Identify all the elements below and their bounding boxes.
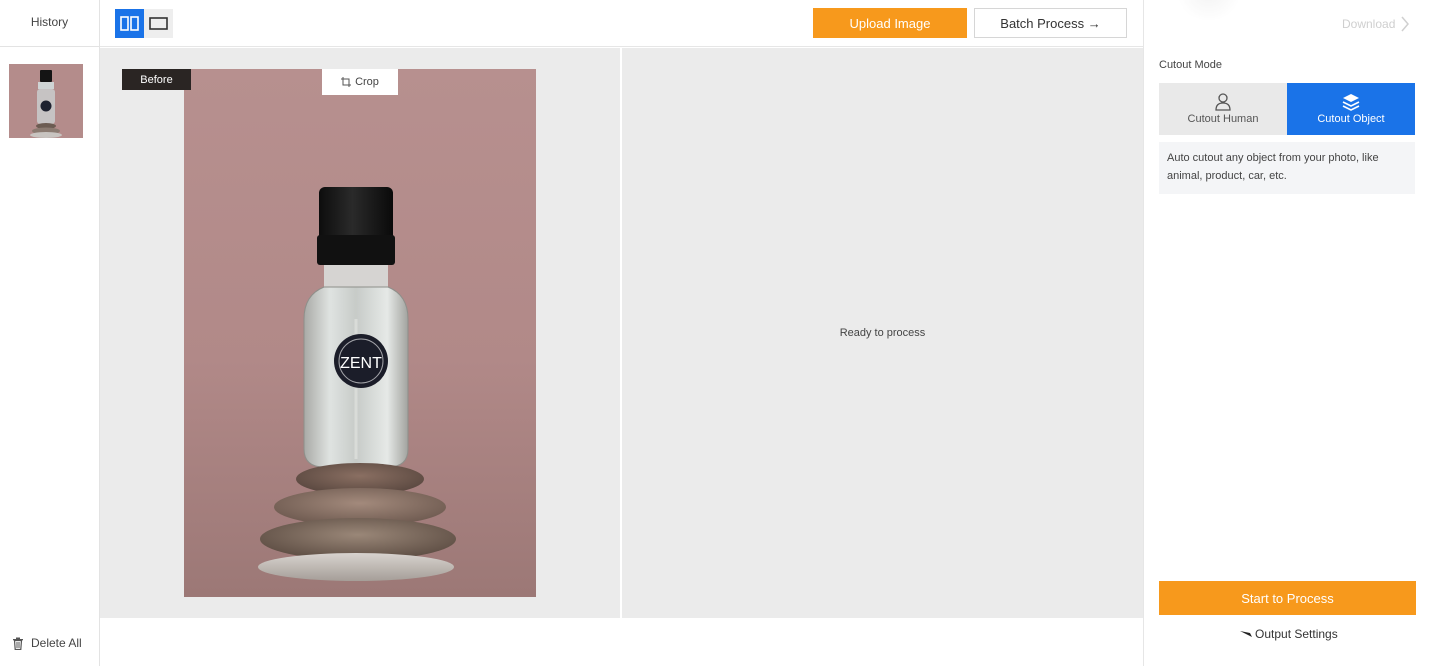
layers-icon	[1342, 94, 1360, 111]
bottle-logo-text: ZENT	[340, 355, 382, 372]
download-button[interactable]: Download	[1342, 16, 1410, 32]
crop-icon	[341, 77, 352, 87]
batch-process-button[interactable]: Batch Process →	[974, 8, 1127, 38]
bottle-thumbnail-image	[9, 64, 83, 138]
gear-icon	[1240, 631, 1252, 637]
history-thumbnail[interactable]	[9, 64, 83, 138]
split-view-icon	[120, 16, 139, 31]
chevron-right-icon	[1401, 16, 1410, 32]
crop-label: Crop	[355, 76, 379, 88]
result-status-text: Ready to process	[839, 327, 926, 339]
cutout-mode-description: Auto cutout any object from your photo, …	[1159, 142, 1415, 194]
delete-all-label: Delete All	[31, 636, 82, 650]
output-settings-button[interactable]: Output Settings	[1240, 627, 1338, 641]
cutout-mode-label: Cutout Mode	[1159, 59, 1222, 71]
cutout-object-label: Cutout Object	[1317, 113, 1385, 125]
person-icon	[1215, 93, 1231, 111]
single-view-button[interactable]	[144, 9, 173, 38]
history-sidebar: History Delete All	[0, 0, 100, 666]
top-toolbar: Upload Image Batch Process →	[100, 0, 1143, 47]
view-mode-toggle	[115, 9, 173, 38]
upload-image-button[interactable]: Upload Image	[813, 8, 967, 38]
app-window: History Delete All Upload Image Batch Pr…	[0, 0, 1430, 666]
start-process-button[interactable]: Start to Process	[1159, 581, 1416, 615]
output-settings-label: Output Settings	[1255, 627, 1338, 641]
avatar	[1174, 0, 1244, 20]
preview-workspace: Before Crop ZENT Ready to process	[100, 48, 1143, 618]
trash-icon	[13, 637, 23, 650]
crop-button[interactable]: Crop	[322, 69, 398, 95]
bottom-strip	[100, 618, 1143, 666]
download-label: Download	[1342, 17, 1396, 31]
original-photo: ZENT	[184, 69, 536, 597]
cutout-human-label: Cutout Human	[1187, 113, 1259, 125]
cutout-mode-tabs: Cutout Human Cutout Object	[1159, 83, 1415, 135]
delete-all-button[interactable]: Delete All	[12, 636, 82, 650]
cutout-human-tab[interactable]: Cutout Human	[1159, 83, 1287, 135]
split-view-button[interactable]	[115, 9, 144, 38]
before-badge: Before	[122, 69, 191, 90]
cutout-object-tab[interactable]: Cutout Object	[1287, 83, 1415, 135]
single-view-icon	[149, 17, 168, 30]
settings-panel: Download Cutout Mode Cutout Human Cutout…	[1143, 0, 1430, 666]
bottle-on-stones-image: ZENT	[258, 187, 456, 581]
history-title: History	[0, 0, 99, 47]
